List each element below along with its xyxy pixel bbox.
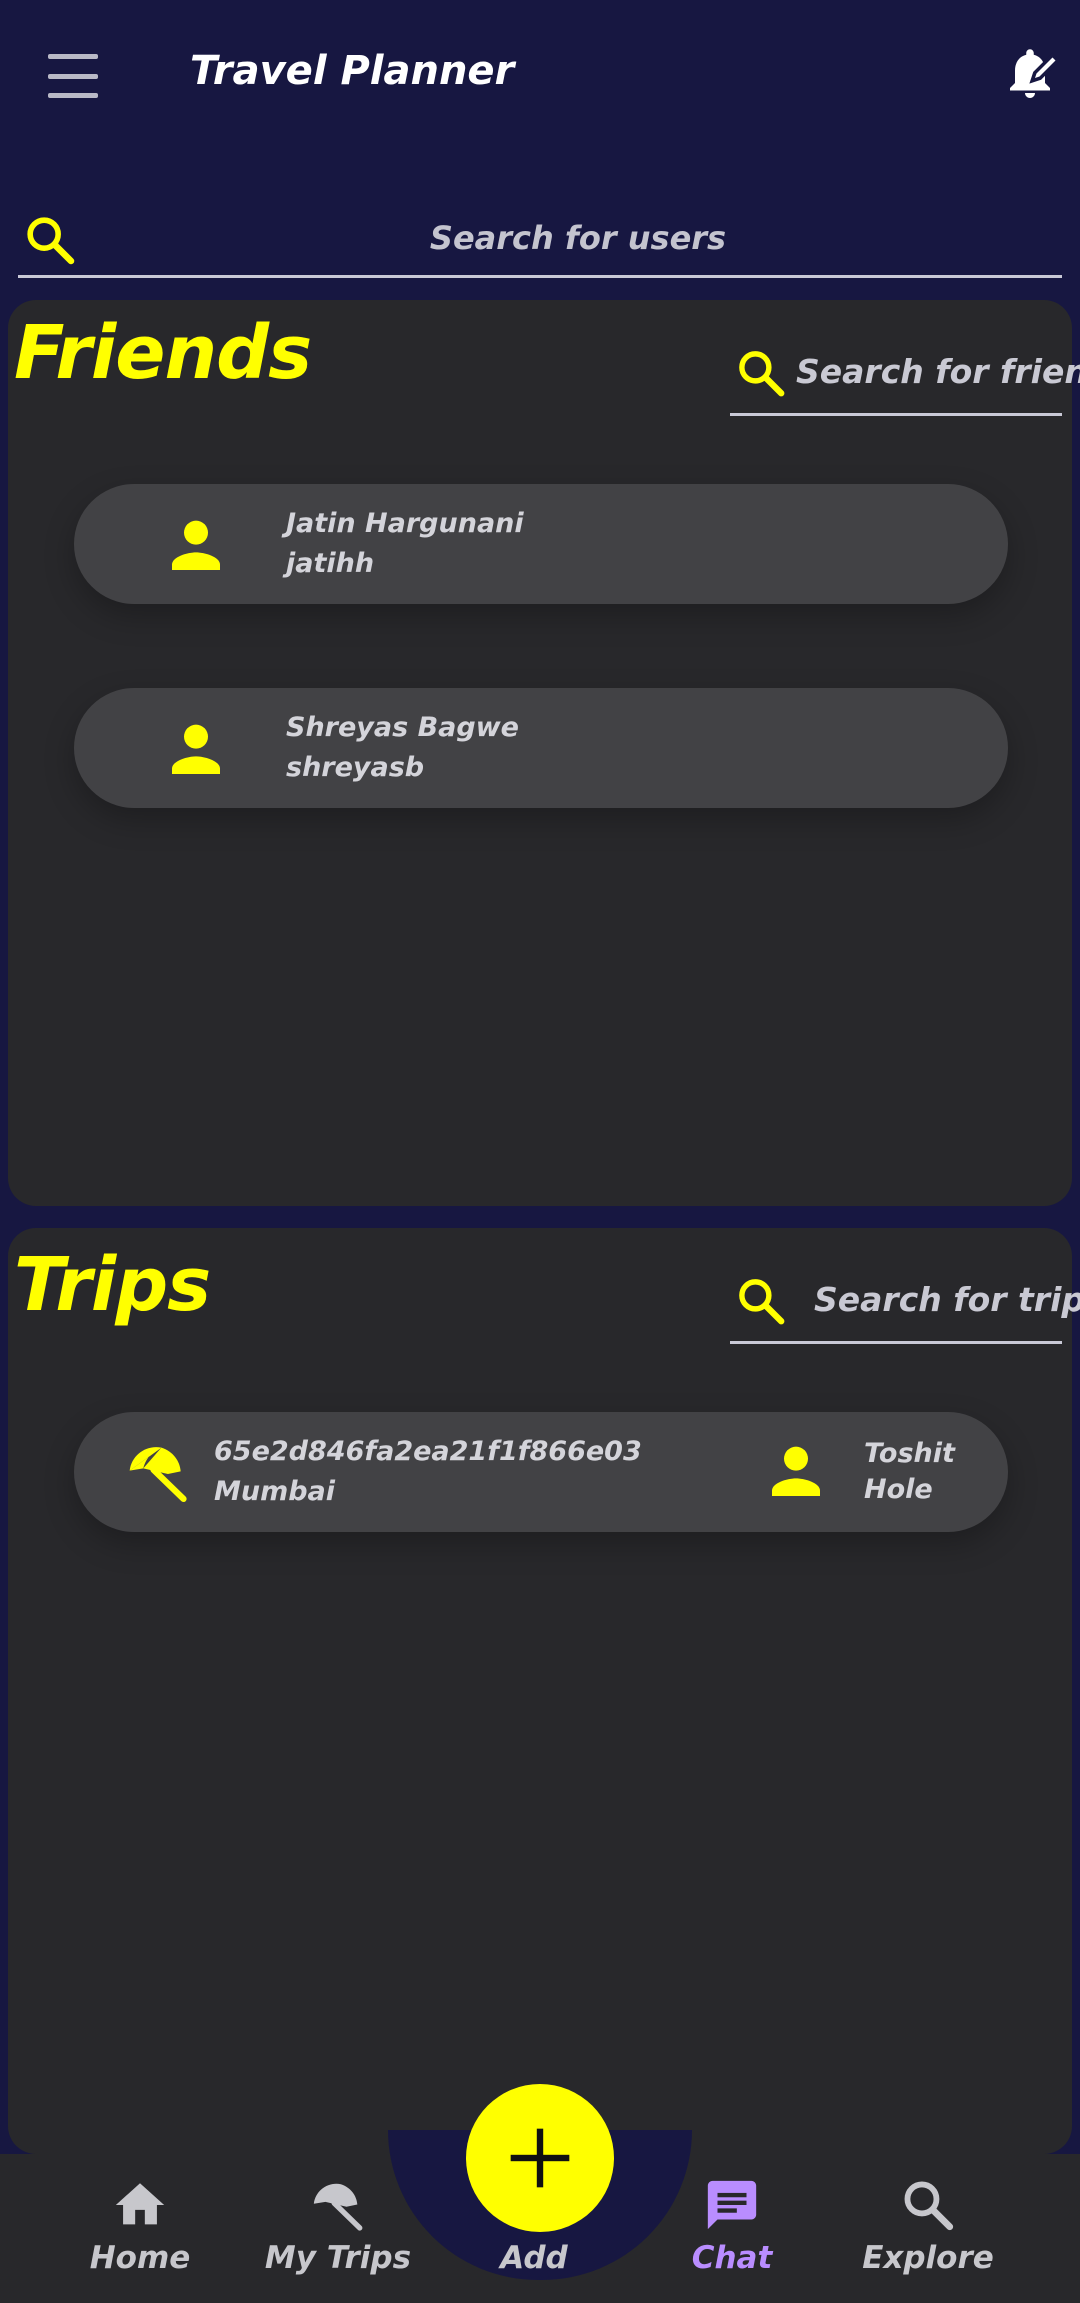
app-bar: Travel Planner (0, 0, 1080, 150)
trips-panel: Trips Search for trips 65e2d846fa2ea21f1… (8, 1228, 1080, 2154)
nav-label: Home (89, 2240, 191, 2276)
friends-search-input[interactable]: Search for friends (796, 350, 1080, 394)
friends-search-bar[interactable]: Search for friends (730, 336, 1080, 416)
friends-title: Friends (14, 310, 312, 396)
nav-my-trips[interactable]: My Trips (248, 2176, 428, 2296)
home-icon (115, 2183, 165, 2225)
nav-label: Add (500, 2240, 568, 2276)
user-search-input[interactable]: Search for users (98, 212, 1058, 264)
beach-umbrella-icon (124, 1438, 192, 1506)
trip-card[interactable]: 65e2d846fa2ea21f1f866e03 Mumbai Toshit H… (74, 1412, 1008, 1532)
search-icon (734, 346, 788, 400)
search-icon (734, 1274, 788, 1328)
friend-username: jatihh (286, 548, 375, 579)
search-icon (904, 2181, 954, 2231)
trips-search-bar[interactable]: Search for trips (730, 1264, 1080, 1344)
notification-edit-icon[interactable] (1000, 42, 1061, 104)
user-search-bar[interactable]: Search for users (18, 200, 1062, 278)
umbrella-icon (313, 2183, 363, 2231)
friend-card[interactable]: Shreyas Bagwe shreyasb (74, 688, 1008, 808)
friend-name: Jatin Hargunani (286, 508, 524, 539)
trip-owner-last-name: Hole (864, 1474, 933, 1505)
trip-id: 65e2d846fa2ea21f1f866e03 (214, 1436, 642, 1467)
person-icon (164, 718, 228, 782)
friend-username: shreyasb (286, 752, 425, 783)
app-title: Travel Planner (190, 48, 515, 94)
friend-card[interactable]: Jatin Hargunani jatihh (74, 484, 1008, 604)
trips-title: Trips (14, 1242, 211, 1328)
trips-search-input[interactable]: Search for trips (814, 1278, 1080, 1322)
nav-home[interactable]: Home (50, 2176, 230, 2296)
friend-name: Shreyas Bagwe (286, 712, 519, 743)
nav-label: Chat (691, 2240, 773, 2276)
nav-explore[interactable]: Explore (838, 2176, 1018, 2296)
person-icon (764, 1440, 828, 1504)
trip-destination: Mumbai (214, 1476, 336, 1507)
nav-label: My Trips (264, 2240, 412, 2276)
nav-label: Explore (862, 2240, 994, 2276)
search-icon (22, 212, 78, 268)
add-fab-button[interactable] (466, 2084, 614, 2232)
trip-owner-first-name: Toshit (864, 1438, 955, 1469)
chat-icon (707, 2180, 757, 2230)
menu-icon[interactable] (40, 48, 106, 104)
nav-chat[interactable]: Chat (642, 2176, 822, 2296)
person-icon (164, 514, 228, 578)
plus-icon (510, 2128, 570, 2188)
friends-panel: Friends Search for friends Jatin Harguna… (8, 300, 1080, 1206)
